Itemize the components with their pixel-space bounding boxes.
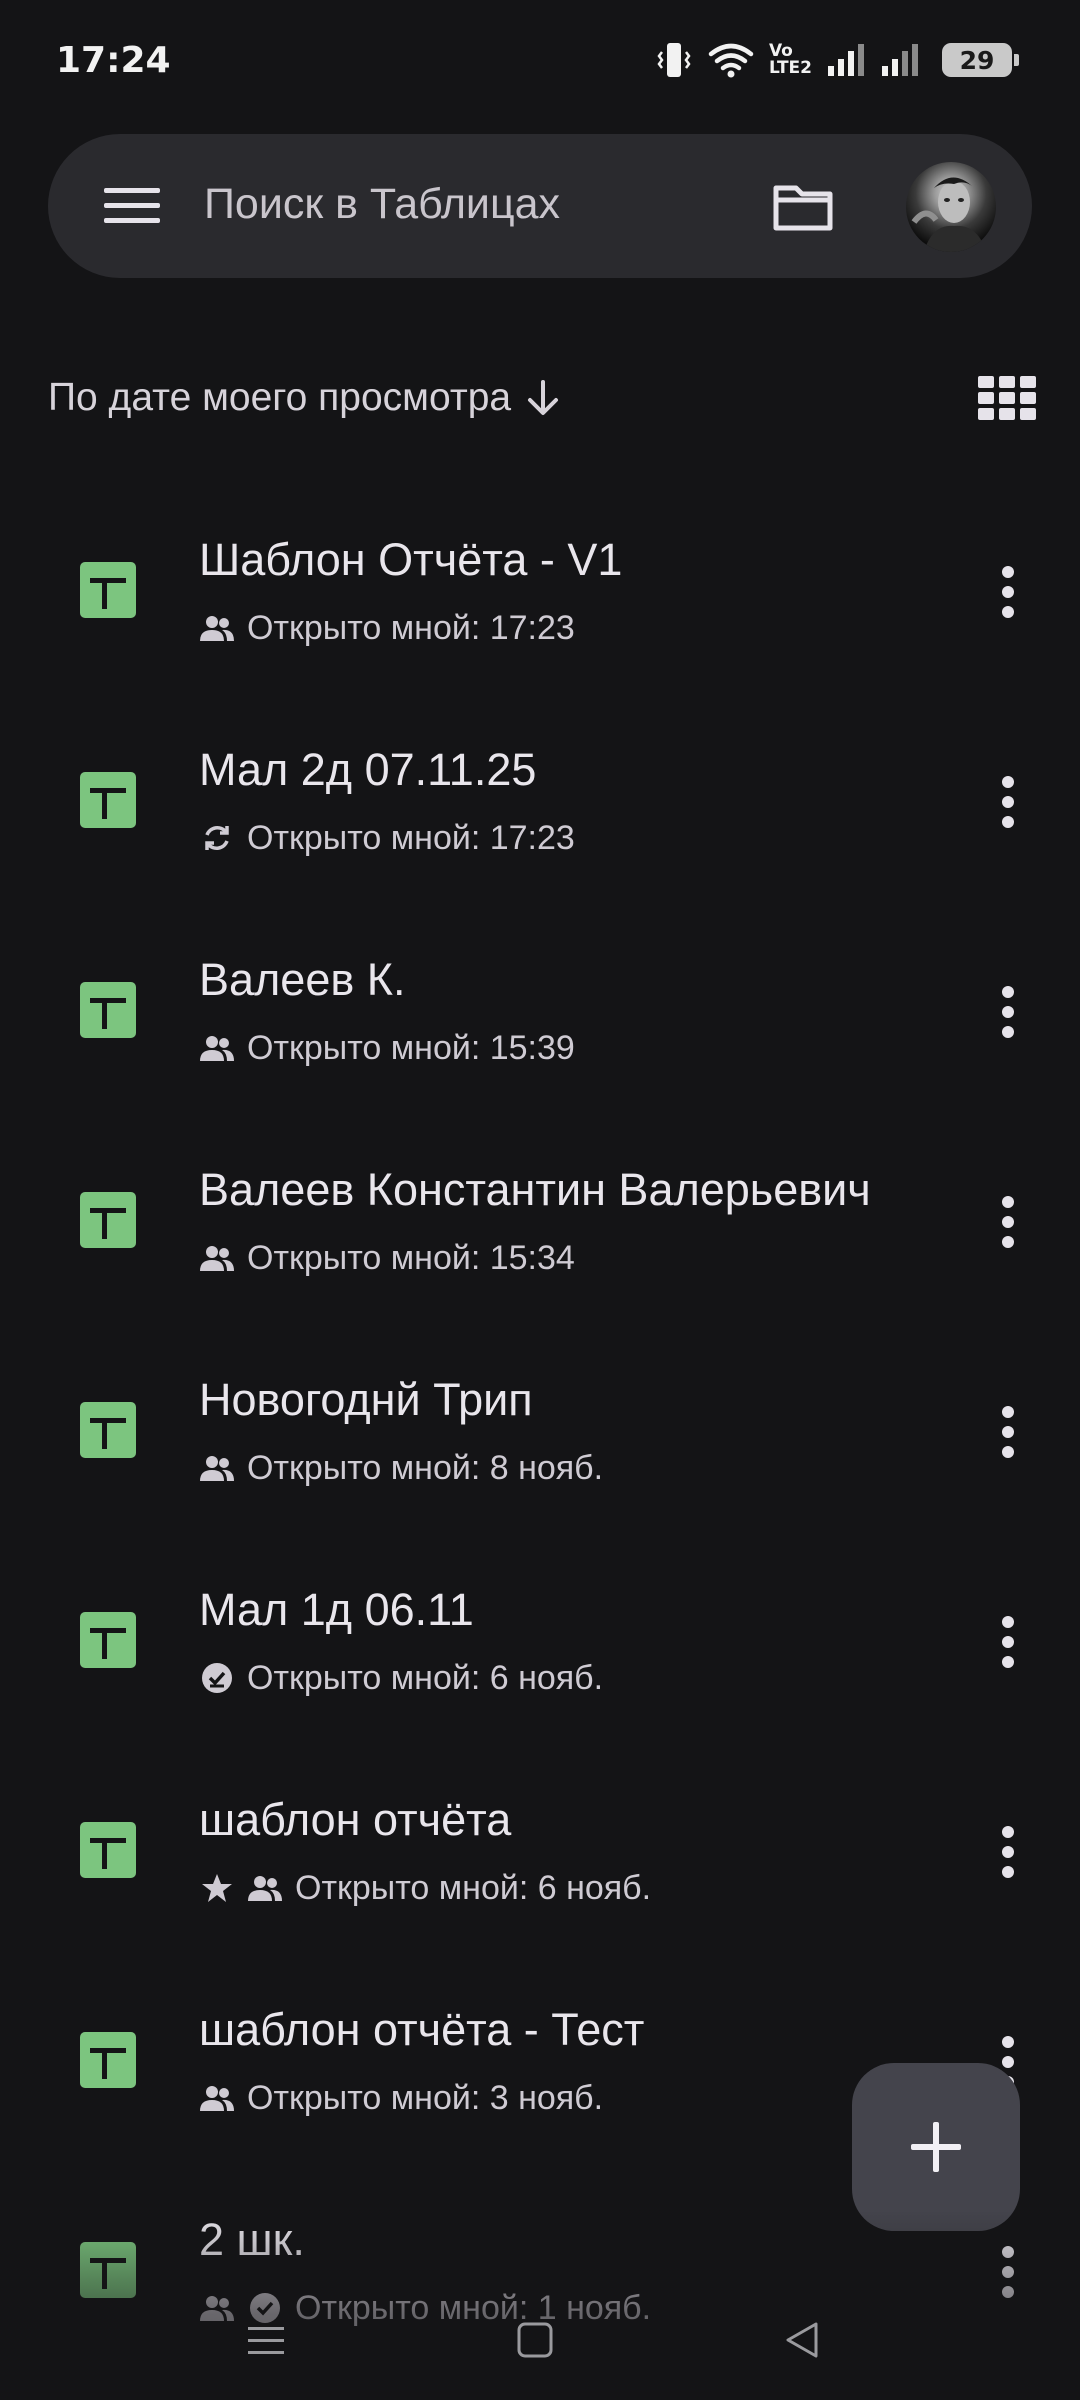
back-button[interactable]	[772, 2310, 832, 2370]
avatar[interactable]	[906, 162, 996, 252]
file-title: Мал 2д 07.11.25	[199, 744, 537, 795]
system-nav-bar	[0, 2300, 1080, 2380]
create-new-button[interactable]	[852, 2063, 1020, 2231]
file-opened-text: Открыто мной: 6 нояб.	[295, 1868, 652, 1907]
status-time: 17:24	[56, 40, 171, 81]
vibrate-icon	[655, 40, 693, 80]
file-title: 2 шк.	[199, 2214, 305, 2265]
sheets-file-icon	[80, 562, 136, 618]
sort-control[interactable]: По дате моего просмотра	[48, 368, 561, 428]
sort-label: По дате моего просмотра	[48, 376, 512, 419]
file-opened-text: Открыто мной: 15:39	[247, 1028, 575, 1067]
arrow-down-icon[interactable]	[525, 378, 561, 418]
sync-icon	[199, 820, 235, 856]
more-vert-icon	[1002, 1406, 1014, 1458]
file-title: шаблон отчёта - Тест	[199, 2004, 645, 2055]
menu-button[interactable]	[102, 176, 162, 236]
more-options-button[interactable]	[984, 1192, 1032, 1252]
shared-icon	[247, 1870, 283, 1906]
sheets-file-icon	[80, 2242, 136, 2298]
file-meta: Открыто мной: 6 нояб.	[199, 1656, 603, 1700]
file-title: Мал 1д 06.11	[199, 1584, 474, 1635]
recents-button[interactable]	[236, 2310, 296, 2370]
file-item[interactable]: Мал 1д 06.11 Открыто мной: 6 нояб.	[0, 1540, 1080, 1750]
file-opened-text: Открыто мной: 6 нояб.	[247, 1658, 604, 1697]
back-icon	[786, 2322, 818, 2358]
lte-indicator: Vo LTE2	[768, 41, 812, 78]
sheets-file-icon	[80, 1822, 136, 1878]
file-opened-text: Открыто мной: 8 нояб.	[247, 1448, 604, 1487]
file-meta: Открыто мной: 17:23	[199, 606, 575, 650]
sheets-file-icon	[80, 772, 136, 828]
file-title: Новогоднй Трип	[199, 1374, 533, 1425]
more-vert-icon	[1002, 1616, 1014, 1668]
more-vert-icon	[1002, 986, 1014, 1038]
file-item[interactable]: Шаблон Отчёта - V1 Открыто мной: 17:23	[0, 490, 1080, 700]
more-vert-icon	[1002, 2246, 1014, 2298]
status-bar: 17:24 Vo LTE2 29	[0, 0, 1080, 120]
more-options-button[interactable]	[984, 2242, 1032, 2302]
file-title: Валеев К.	[199, 954, 406, 1005]
sheets-file-icon	[80, 1192, 136, 1248]
more-vert-icon	[1002, 1826, 1014, 1878]
more-options-button[interactable]	[984, 772, 1032, 832]
file-item[interactable]: Новогоднй Трип Открыто мной: 8 нояб.	[0, 1330, 1080, 1540]
menu-icon	[104, 188, 160, 223]
shared-icon	[199, 1030, 235, 1066]
home-icon	[517, 2322, 553, 2358]
more-options-button[interactable]	[984, 1822, 1032, 1882]
file-item[interactable]: Валеев Константин Валерьевич Открыто мно…	[0, 1120, 1080, 1330]
folder-icon	[773, 185, 833, 231]
more-options-button[interactable]	[984, 1612, 1032, 1672]
signal-icon	[826, 42, 866, 78]
shared-icon	[199, 1240, 235, 1276]
folder-button[interactable]	[770, 174, 836, 240]
more-options-button[interactable]	[984, 1402, 1032, 1462]
search-input[interactable]: Поиск в Таблицах	[204, 180, 560, 229]
sheets-file-icon	[80, 982, 136, 1038]
file-title: шаблон отчёта	[199, 1794, 512, 1845]
search-bar[interactable]: Поиск в Таблицах	[48, 134, 1032, 278]
more-vert-icon	[1002, 1196, 1014, 1248]
sheets-file-icon	[80, 1402, 136, 1458]
file-item[interactable]: шаблон отчёта Открыто мной: 6 нояб.	[0, 1750, 1080, 1960]
star-icon	[199, 1870, 235, 1906]
file-title: Шаблон Отчёта - V1	[199, 534, 623, 585]
recents-icon	[248, 2327, 284, 2354]
more-options-button[interactable]	[984, 982, 1032, 1042]
file-opened-text: Открыто мной: 17:23	[247, 818, 575, 857]
file-meta: Открыто мной: 3 нояб.	[199, 2076, 603, 2120]
file-meta: Открыто мной: 6 нояб.	[199, 1866, 651, 1910]
plus-icon	[911, 2122, 961, 2172]
file-item[interactable]: Валеев К. Открыто мной: 15:39	[0, 910, 1080, 1120]
sheets-file-icon	[80, 2032, 136, 2088]
file-opened-text: Открыто мной: 3 нояб.	[247, 2078, 604, 2117]
more-vert-icon	[1002, 776, 1014, 828]
more-vert-icon	[1002, 566, 1014, 618]
file-opened-text: Открыто мной: 17:23	[247, 608, 575, 647]
file-item[interactable]: Мал 2д 07.11.25 Открыто мной: 17:23	[0, 700, 1080, 910]
file-meta: Открыто мной: 15:39	[199, 1026, 575, 1070]
sheets-file-icon	[80, 1612, 136, 1668]
file-title: Валеев Константин Валерьевич	[199, 1164, 871, 1215]
wifi-icon	[707, 40, 755, 80]
shared-icon	[199, 1450, 235, 1486]
file-meta: Открыто мной: 17:23	[199, 816, 575, 860]
offline-check-icon	[199, 1660, 235, 1696]
more-options-button[interactable]	[984, 562, 1032, 622]
signal-icon	[880, 42, 928, 78]
shared-icon	[199, 610, 235, 646]
grid-view-button[interactable]	[978, 376, 1036, 420]
status-icons: Vo LTE2 29	[655, 36, 1019, 84]
file-opened-text: Открыто мной: 15:34	[247, 1238, 575, 1277]
shared-icon	[199, 2080, 235, 2116]
file-meta: Открыто мной: 15:34	[199, 1236, 575, 1280]
grid-view-icon	[978, 376, 1036, 420]
battery-icon: 29	[942, 43, 1019, 77]
file-meta: Открыто мной: 8 нояб.	[199, 1446, 603, 1490]
home-button[interactable]	[505, 2310, 565, 2370]
